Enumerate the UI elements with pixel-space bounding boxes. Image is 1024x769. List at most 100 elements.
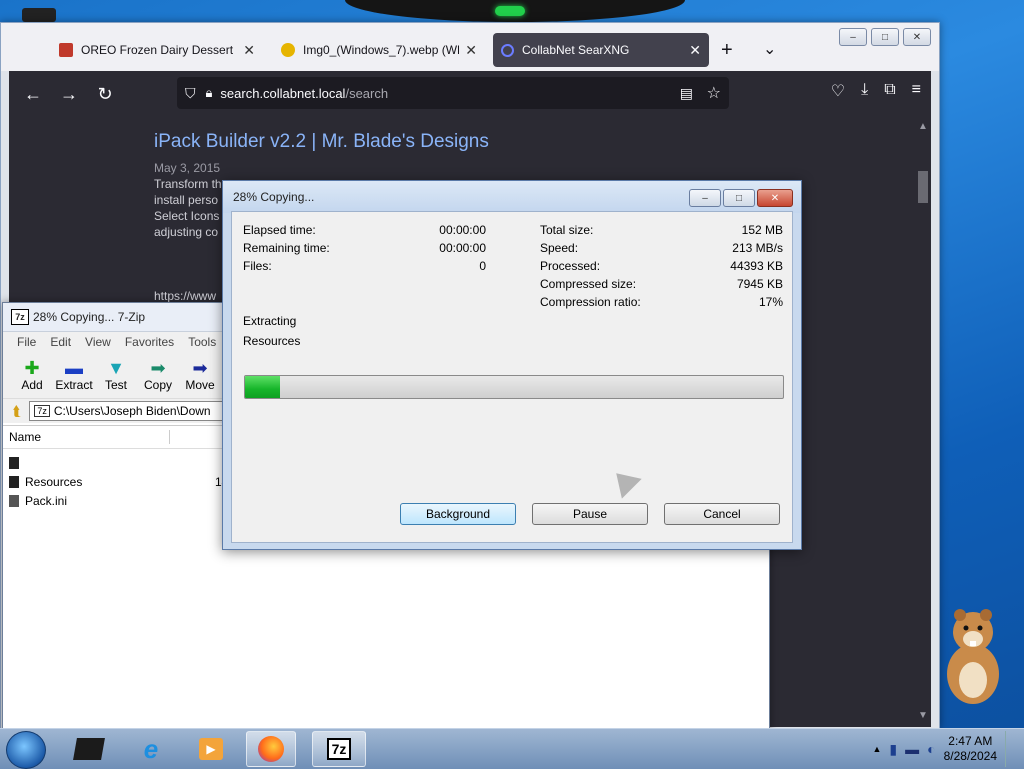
folder-up-icon[interactable]: ⮬: [13, 403, 21, 420]
result-title-link[interactable]: iPack Builder v2.2 | Mr. Blade's Designs: [154, 131, 489, 153]
path-text: C:\Users\Joseph Biden\Down: [53, 404, 211, 418]
minimize-icon[interactable]: –: [689, 189, 721, 207]
compression-ratio-label: Compression ratio:: [540, 295, 641, 309]
file-icon: [9, 494, 19, 507]
tab-label: Img0_(Windows_7).webp (WEB: [303, 43, 460, 57]
extensions-icon[interactable]: ⧉: [884, 81, 895, 101]
lock-icon[interactable]: 🔒︎: [206, 85, 213, 101]
display-icon[interactable]: ▬: [905, 741, 919, 757]
taskbar-app-ie[interactable]: e: [126, 731, 176, 767]
reader-view-icon[interactable]: ▤: [680, 85, 693, 102]
menu-icon[interactable]: ≡: [912, 81, 921, 101]
pocket-icon[interactable]: ♡: [831, 81, 845, 101]
move-label: Move: [185, 378, 215, 392]
extract-button[interactable]: ▬ Extract: [53, 352, 95, 398]
desktop-object: [22, 8, 56, 22]
clock[interactable]: 2:47 AM 8/28/2024: [944, 734, 997, 764]
dialog-window-controls: – □ ✕: [689, 189, 793, 207]
show-desktop-button[interactable]: [1005, 731, 1016, 767]
shield-icon[interactable]: ⛉: [185, 85, 196, 102]
close-icon[interactable]: ✕: [757, 189, 793, 207]
cancel-button[interactable]: Cancel: [664, 503, 780, 525]
new-tab-icon[interactable]: +: [721, 39, 733, 62]
internet-explorer-icon: e: [143, 733, 159, 764]
speed-value: 213 MB/s: [732, 241, 783, 255]
menu-favorites[interactable]: Favorites: [125, 335, 174, 349]
tab-searxng[interactable]: CollabNet SearXNG ✕: [493, 33, 709, 67]
current-item-text: Resources: [243, 334, 301, 348]
progress-dialog: 28% Copying... – □ ✕ Elapsed time: 00:00…: [222, 180, 802, 550]
reload-icon[interactable]: ↻: [87, 84, 123, 105]
column-header-name[interactable]: Name: [9, 430, 170, 444]
result-url-link[interactable]: https://www: [154, 289, 216, 303]
dialog-body: Elapsed time: 00:00:00 Remaining time: 0…: [231, 211, 793, 543]
extract-label: Extract: [55, 378, 93, 392]
download-icon[interactable]: ⤓: [861, 81, 868, 101]
navigation-bar: ← → ↻ ⛉ 🔒︎ search.collabnet.local/search…: [9, 71, 931, 117]
minus-icon: ▬: [65, 358, 83, 378]
url-host: search.collabnet.local: [220, 85, 346, 101]
scroll-up-icon[interactable]: ▲: [918, 121, 928, 132]
file-name: Pack.ini: [25, 493, 68, 508]
close-icon[interactable]: ✕: [903, 28, 931, 46]
total-size-label: Total size:: [540, 223, 594, 237]
close-tab-icon[interactable]: ✕: [465, 42, 477, 59]
close-tab-icon[interactable]: ✕: [689, 42, 701, 59]
url-bar[interactable]: ⛉ 🔒︎ search.collabnet.local/search ▤ ☆: [177, 77, 729, 109]
move-button[interactable]: ➡ Move: [179, 352, 221, 398]
menu-tools[interactable]: Tools: [188, 335, 216, 349]
taskbar-app-media[interactable]: ▶: [186, 731, 236, 767]
back-arrow-icon[interactable]: ←: [15, 84, 51, 105]
compressed-size-value: 7945 KB: [736, 277, 783, 291]
forward-arrow-icon[interactable]: →: [51, 84, 87, 105]
clock-time: 2:47 AM: [948, 734, 993, 748]
taskbar-app-device[interactable]: [64, 731, 114, 767]
maximize-icon[interactable]: □: [723, 189, 755, 207]
background-button[interactable]: Background: [400, 503, 516, 525]
taskbar: e ▶ 7z ▲ ▮ ▬ ◐ 2:47 AM 8/28/2024: [0, 728, 1024, 769]
taskbar-app-7zip[interactable]: 7z: [312, 731, 366, 767]
close-tab-icon[interactable]: ✕: [243, 42, 255, 59]
add-button[interactable]: ✚ Add: [11, 352, 53, 398]
folder-icon: [9, 475, 19, 488]
result-date: May 3, 2015: [154, 161, 221, 175]
tab-strip: OREO Frozen Dairy Dessert 14o ✕ Img0_(Wi…: [1, 23, 939, 71]
minimize-icon[interactable]: –: [839, 28, 867, 46]
url-path: /search: [345, 85, 389, 101]
tab-label: OREO Frozen Dairy Dessert 14o: [81, 43, 237, 57]
elapsed-label: Elapsed time:: [243, 223, 316, 237]
menu-view[interactable]: View: [85, 335, 111, 349]
scroll-down-icon[interactable]: ▼: [918, 710, 928, 721]
7zip-logo-icon: 7z: [11, 309, 29, 325]
dialog-title: 28% Copying...: [233, 190, 315, 204]
add-label: Add: [21, 378, 43, 392]
menu-file[interactable]: File: [17, 335, 36, 349]
test-label: Test: [104, 378, 127, 392]
maximize-icon[interactable]: □: [871, 28, 899, 46]
url-text[interactable]: search.collabnet.local/search: [220, 86, 388, 101]
scrollbar-thumb[interactable]: [918, 171, 928, 203]
chevron-down-icon[interactable]: ⌄: [763, 39, 776, 59]
file-name: Resources: [25, 474, 83, 489]
hamster-mascot: [947, 609, 999, 704]
indicator-light: [495, 6, 525, 16]
page-scrollbar[interactable]: ▲ ▼: [915, 117, 931, 727]
7zip-title: 28% Copying... 7-Zip: [33, 310, 146, 324]
copy-button[interactable]: ➡ Copy: [137, 352, 179, 398]
test-button[interactable]: ▼ Test: [95, 352, 137, 398]
tab-oreo[interactable]: OREO Frozen Dairy Dessert 14o ✕: [51, 33, 263, 67]
pause-button[interactable]: Pause: [532, 503, 648, 525]
start-button[interactable]: [6, 731, 46, 769]
device-icon: [73, 738, 105, 760]
taskbar-app-firefox[interactable]: [246, 731, 296, 767]
remaining-value: 00:00:00: [439, 241, 486, 255]
files-value: 0: [479, 259, 486, 273]
tab-image[interactable]: Img0_(Windows_7).webp (WEB ✕: [273, 33, 485, 67]
bookmark-star-icon[interactable]: ☆: [707, 83, 721, 103]
menu-edit[interactable]: Edit: [50, 335, 71, 349]
device-status-icon[interactable]: ▮: [889, 741, 897, 758]
desktop-device: [345, 0, 685, 22]
volume-icon[interactable]: ◐: [927, 741, 935, 757]
show-hidden-icons-icon[interactable]: ▲: [873, 744, 882, 754]
elapsed-value: 00:00:00: [439, 223, 486, 237]
